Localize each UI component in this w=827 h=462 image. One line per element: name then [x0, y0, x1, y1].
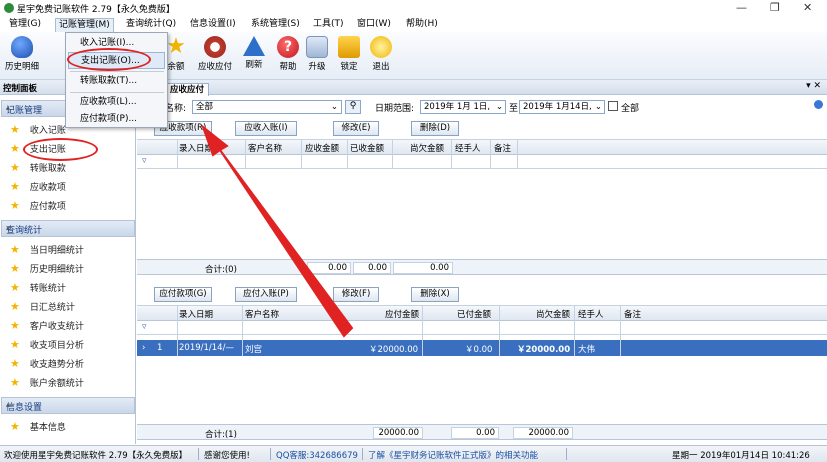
annotation-arrow: [200, 124, 354, 338]
arrow-shape: [200, 124, 354, 338]
